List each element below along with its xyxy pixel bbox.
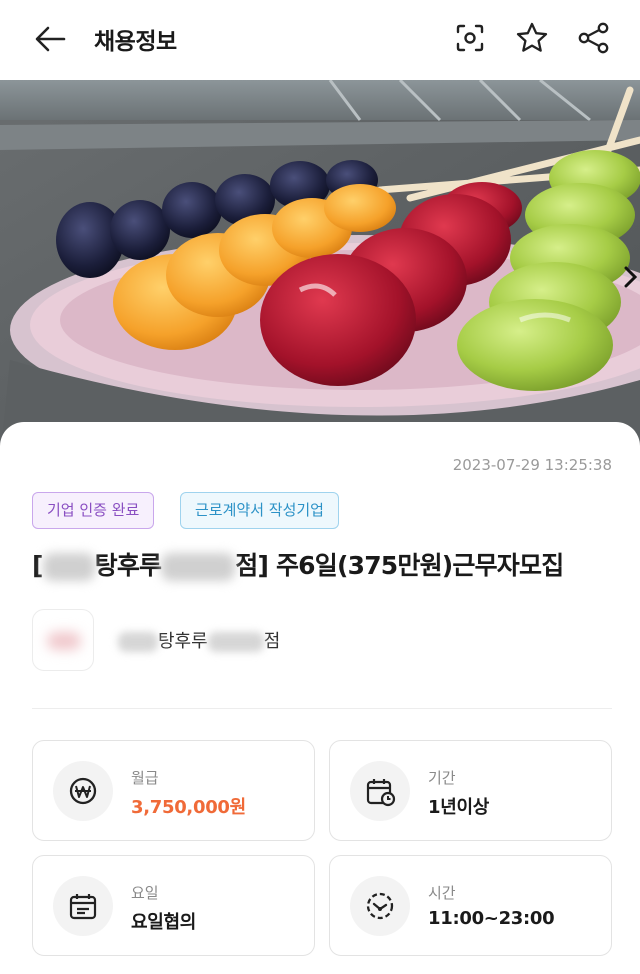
- period-label: 기간: [428, 769, 456, 787]
- days-value: 요일협의: [131, 912, 197, 933]
- redacted-text: [207, 632, 264, 652]
- salary-icon-wrap: [53, 761, 113, 821]
- days-icon-wrap: [53, 876, 113, 936]
- redacted-text: [118, 632, 158, 652]
- divider: [32, 708, 612, 709]
- period-value: 1년이상: [428, 797, 490, 818]
- time-value: 11:00~23:00: [428, 908, 555, 929]
- won-icon: [69, 777, 97, 805]
- period-icon-wrap: [350, 761, 410, 821]
- job-title-middle: 탕후루: [94, 551, 162, 580]
- verified-company-badge: 기업 인증 완료: [32, 492, 155, 529]
- scan-icon[interactable]: [452, 20, 488, 56]
- calendar-clock-icon: [366, 779, 396, 807]
- company-name-middle: 탕후루: [158, 631, 208, 652]
- contract-company-badge: 근로계약서 작성기업: [180, 492, 339, 529]
- tanghulu-photo: [0, 80, 640, 460]
- posted-date: 2023-07-29 13:25:38: [452, 456, 612, 474]
- job-detail-sheet: 2023-07-29 13:25:38 기업 인증 완료 근로계약서 작성기업 …: [0, 422, 640, 974]
- salary-label: 월급: [131, 769, 159, 787]
- time-card: 시간 11:00~23:00: [329, 855, 612, 956]
- company-logo[interactable]: [32, 609, 94, 671]
- clock-icon: [366, 892, 394, 920]
- hero-image[interactable]: 1 / 2: [0, 80, 640, 460]
- time-icon-wrap: [350, 876, 410, 936]
- redacted-text: [42, 553, 95, 581]
- company-name-suffix: 점: [263, 631, 281, 652]
- time-label: 시간: [428, 884, 456, 902]
- calendar-icon: [69, 894, 97, 920]
- page-title: 채용정보: [94, 29, 177, 55]
- top-app-bar: 채용정보: [0, 0, 640, 80]
- back-arrow-icon[interactable]: [30, 22, 70, 56]
- next-image-arrow-icon[interactable]: [620, 260, 640, 294]
- days-label: 요일: [131, 884, 159, 902]
- company-name[interactable]: 탕후루 점: [118, 627, 280, 653]
- job-title-prefix: [: [32, 551, 43, 580]
- star-icon[interactable]: [514, 20, 550, 56]
- job-title: [ 탕후루 점] 주6일(375만원)근무자모집: [32, 546, 622, 586]
- days-card: 요일 요일협의: [32, 855, 315, 956]
- period-card: 기간 1년이상: [329, 740, 612, 841]
- job-title-suffix: 점] 주6일(375만원)근무자모집: [235, 551, 564, 580]
- share-icon[interactable]: [576, 20, 612, 56]
- salary-card: 월급 3,750,000원: [32, 740, 315, 841]
- redacted-text: [161, 553, 236, 581]
- salary-value: 3,750,000원: [131, 797, 246, 818]
